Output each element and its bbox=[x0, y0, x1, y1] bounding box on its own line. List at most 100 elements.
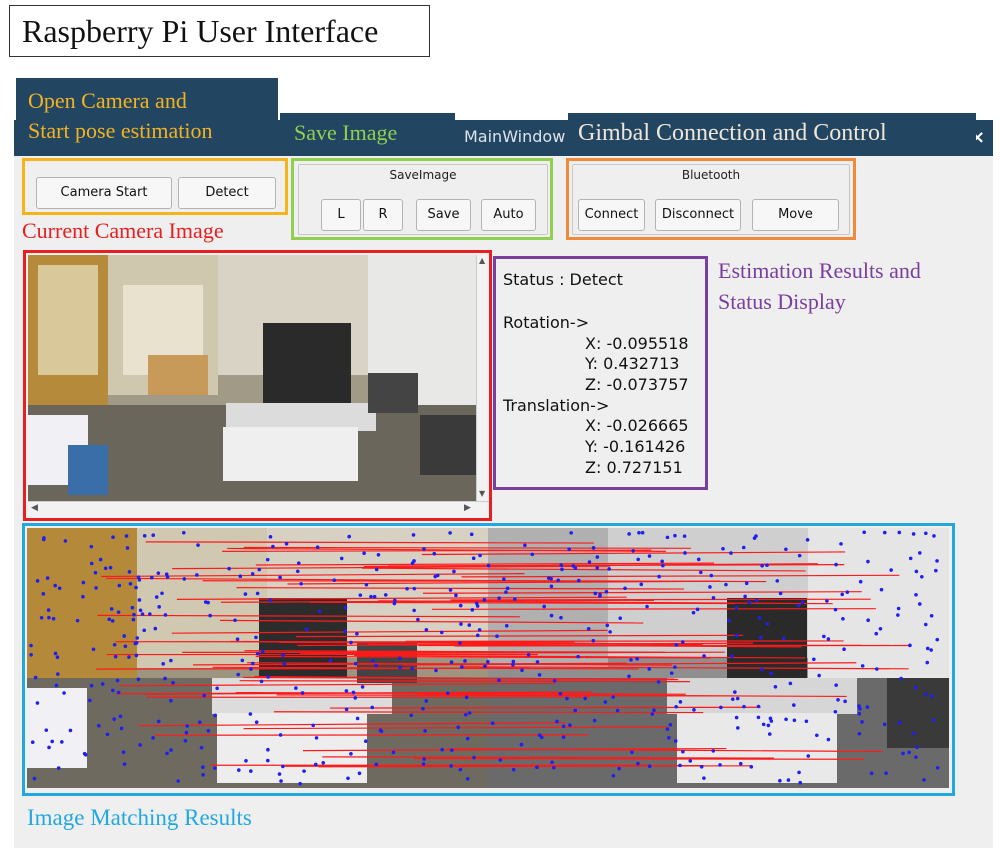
keypoint bbox=[758, 635, 763, 640]
keypoint bbox=[730, 654, 734, 659]
keypoint bbox=[119, 726, 124, 731]
keypoint bbox=[195, 573, 199, 577]
keypoint bbox=[347, 534, 351, 539]
keypoint bbox=[833, 709, 838, 714]
keypoint bbox=[465, 776, 470, 781]
save-button[interactable]: Save bbox=[416, 199, 471, 231]
save-left-button[interactable]: L bbox=[321, 199, 361, 231]
keypoint bbox=[213, 766, 217, 770]
keypoint bbox=[765, 563, 769, 568]
keypoint bbox=[786, 778, 791, 782]
keypoint bbox=[778, 591, 783, 596]
horizontal-scrollbar[interactable]: ◀ ▶ bbox=[28, 501, 489, 516]
keypoint bbox=[511, 663, 515, 667]
connect-button[interactable]: Connect bbox=[578, 199, 645, 231]
keypoint bbox=[183, 738, 188, 743]
keypoint bbox=[486, 563, 491, 568]
keypoint bbox=[300, 691, 305, 695]
keypoint bbox=[766, 723, 771, 728]
keypoint bbox=[618, 616, 623, 621]
move-button[interactable]: Move bbox=[752, 199, 839, 231]
scroll-left-icon[interactable]: ◀ bbox=[31, 503, 38, 513]
keypoint bbox=[647, 764, 652, 768]
keypoint bbox=[35, 701, 40, 705]
translation-z: Z: 0.727151 bbox=[585, 458, 683, 477]
keypoint bbox=[355, 631, 359, 636]
keypoint bbox=[630, 750, 634, 755]
keypoint bbox=[711, 595, 716, 600]
disconnect-button[interactable]: Disconnect bbox=[655, 199, 741, 231]
keypoint bbox=[122, 762, 127, 766]
bluetooth-group-title: Bluetooth bbox=[681, 168, 741, 182]
keypoint bbox=[637, 530, 641, 535]
keypoint bbox=[767, 732, 772, 736]
keypoint bbox=[111, 535, 115, 540]
auto-save-button[interactable]: Auto bbox=[481, 199, 536, 231]
keypoint bbox=[376, 552, 381, 557]
keypoint bbox=[374, 762, 379, 767]
scroll-up-icon[interactable]: ▲ bbox=[479, 256, 485, 265]
keypoint bbox=[736, 726, 740, 730]
keypoint bbox=[757, 616, 762, 620]
rotation-x: X: -0.095518 bbox=[585, 334, 689, 353]
keypoint bbox=[549, 576, 553, 581]
keypoint bbox=[586, 627, 591, 631]
camera-start-button[interactable]: Camera Start bbox=[36, 177, 172, 209]
keypoint bbox=[798, 780, 803, 785]
keypoint bbox=[353, 696, 358, 700]
keypoint bbox=[278, 733, 283, 737]
keypoint bbox=[410, 666, 414, 671]
keypoint bbox=[392, 598, 397, 603]
keypoint bbox=[806, 754, 811, 758]
keypoint bbox=[134, 641, 139, 645]
keypoint bbox=[169, 658, 173, 663]
keypoint bbox=[112, 717, 116, 721]
keypoint bbox=[511, 767, 516, 772]
vertical-scrollbar[interactable]: ▲ ▼ bbox=[476, 255, 489, 501]
keypoint bbox=[82, 751, 87, 756]
keypoint bbox=[635, 656, 639, 661]
match-line bbox=[413, 757, 864, 760]
keypoint bbox=[550, 760, 554, 765]
keypoint bbox=[98, 557, 103, 562]
keypoint bbox=[915, 745, 919, 750]
detect-button[interactable]: Detect bbox=[178, 177, 276, 209]
keypoint bbox=[169, 698, 173, 703]
keypoint bbox=[260, 649, 265, 654]
keypoint bbox=[519, 742, 524, 747]
keypoint bbox=[227, 566, 231, 571]
keypoint bbox=[781, 636, 786, 641]
keypoint bbox=[695, 607, 700, 612]
keypoint bbox=[914, 592, 918, 597]
keypoint bbox=[53, 583, 57, 588]
keypoint bbox=[542, 604, 546, 609]
keypoint bbox=[62, 691, 66, 695]
keypoint bbox=[163, 613, 168, 617]
keypoint bbox=[374, 567, 379, 572]
keypoint bbox=[477, 628, 482, 632]
scroll-right-icon[interactable]: ▶ bbox=[464, 503, 471, 513]
matching-illustration bbox=[27, 528, 949, 788]
keypoint bbox=[896, 606, 901, 611]
keypoint bbox=[617, 766, 621, 771]
keypoint bbox=[249, 769, 253, 773]
save-right-button[interactable]: R bbox=[363, 199, 403, 231]
keypoint bbox=[458, 603, 463, 608]
match-line bbox=[431, 608, 876, 610]
keypoint bbox=[89, 561, 94, 566]
keypoint bbox=[812, 657, 816, 662]
keypoint bbox=[464, 695, 469, 700]
keypoint bbox=[138, 743, 142, 747]
keypoint bbox=[709, 573, 714, 578]
keypoint bbox=[372, 594, 377, 599]
keypoint bbox=[265, 758, 270, 763]
keypoint bbox=[490, 721, 495, 725]
keypoint bbox=[138, 608, 143, 613]
keypoint bbox=[434, 668, 438, 673]
keypoint bbox=[250, 572, 255, 576]
scroll-down-icon[interactable]: ▼ bbox=[479, 489, 485, 498]
keypoint bbox=[332, 578, 337, 582]
translation-x: X: -0.026665 bbox=[585, 416, 689, 435]
keypoint bbox=[483, 664, 487, 669]
keypoint bbox=[151, 533, 156, 538]
